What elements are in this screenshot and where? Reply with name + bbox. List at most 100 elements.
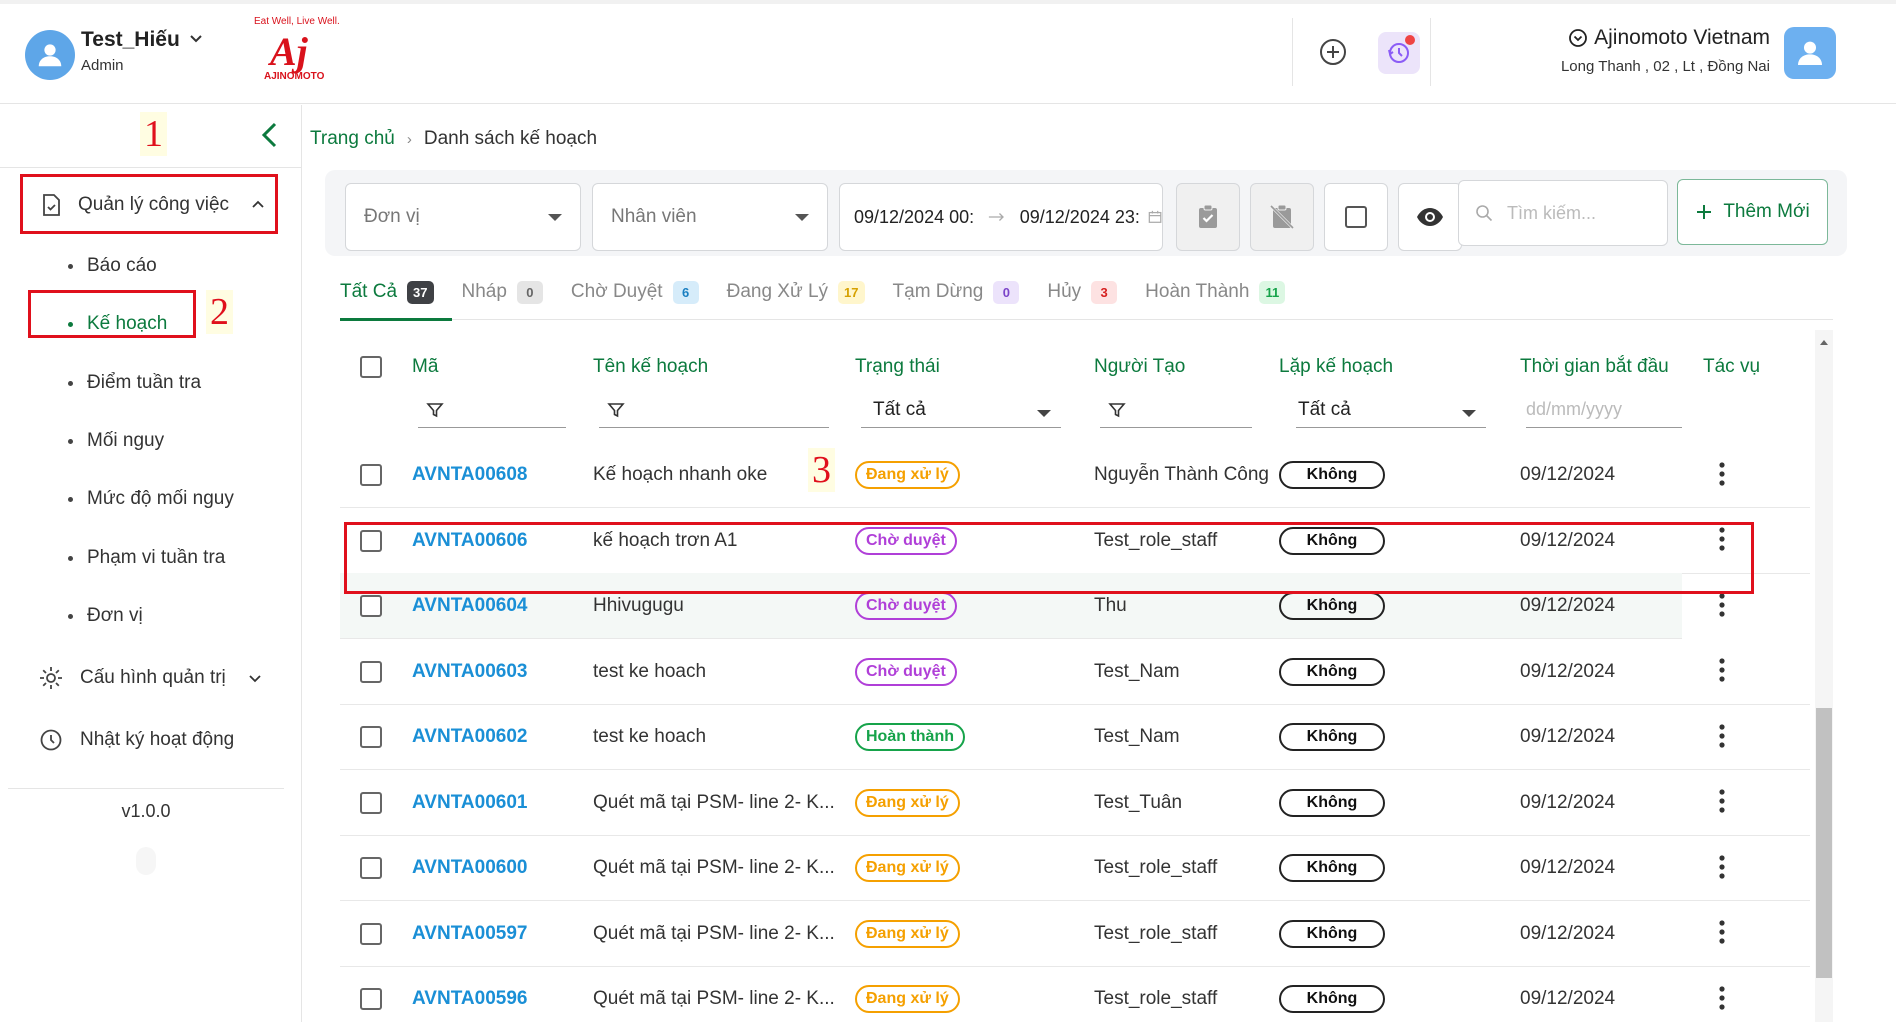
table-row[interactable]: AVNTA00602 test ke hoach Hoàn thành Test_Na… [340,704,1810,770]
column-header-start-time[interactable]: Thời gian bắt đầu [1520,356,1669,378]
repeat-cell: Không [1279,966,1385,1022]
sidebar-item-reports[interactable]: Báo cáo [68,255,157,277]
breadcrumb-home[interactable]: Trang chủ [310,128,395,150]
row-checkbox[interactable] [360,857,382,879]
tab-4[interactable]: Tạm Dừng 0 [893,270,1020,314]
unit-select[interactable]: Đơn vị [345,183,581,251]
hidden-filter-button[interactable] [1250,183,1314,251]
select-all-checkbox[interactable] [360,356,382,378]
company-selector[interactable]: Ajinomoto Vietnam [1568,26,1770,50]
scrollbar-thumb[interactable] [1816,708,1832,978]
row-actions-button[interactable] [1708,658,1736,686]
plan-code-link[interactable]: AVNTA00597 [412,901,527,967]
approve-filter-button[interactable] [1176,183,1240,251]
row-actions-button[interactable] [1708,854,1736,882]
row-checkbox[interactable] [360,791,382,814]
table-row[interactable]: AVNTA00596 Quét mã tại PSM- line 2- K... Đ… [340,966,1810,1022]
plan-code-link[interactable]: AVNTA00602 [412,704,527,770]
sidebar-group-admin-config[interactable]: Cấu hình quản trị [38,665,262,691]
row-checkbox[interactable] [360,464,382,486]
plan-code-link[interactable]: AVNTA00608 [412,442,527,508]
table-row[interactable]: AVNTA00601 Quét mã tại PSM- line 2- K... Đ… [340,770,1810,836]
annotation-box-1 [20,174,278,234]
row-checkbox[interactable] [360,988,382,1010]
search-input[interactable] [1507,202,1657,224]
user-avatar[interactable] [25,30,75,80]
repeat-filter-select[interactable]: Tất cả [1296,392,1486,428]
status-badge: Chờ duyệt [855,657,957,686]
add-new-button[interactable]: Thêm Mới [1677,179,1828,245]
tab-3[interactable]: Đang Xử Lý 17 [727,270,865,314]
table-row[interactable]: AVNTA00603 test ke hoach Chờ duyệt Test_Nam… [340,639,1810,705]
plan-code-link[interactable]: AVNTA00596 [412,966,527,1022]
scroll-up-arrow-icon[interactable] [1820,340,1828,345]
bullet [68,263,73,269]
creator-name: Test_Nam [1094,660,1180,682]
row-actions-button[interactable] [1708,461,1736,489]
row-checkbox[interactable] [360,595,382,617]
row-actions-button[interactable] [1708,985,1736,1013]
tab-0[interactable]: Tất Cả 37 [340,270,434,314]
sidebar-item-patrol-points[interactable]: Điểm tuần tra [68,372,201,394]
sidebar-collapse-button[interactable] [256,121,284,149]
history-icon [40,729,62,751]
table-row[interactable]: AVNTA00597 Quét mã tại PSM- line 2- K... Đ… [340,901,1810,967]
annotation-box-3 [344,522,1754,594]
sidebar-item-units[interactable]: Đơn vị [68,605,143,627]
repeat-badge: Không [1279,919,1385,948]
sidebar-item-hazard-levels[interactable]: Mức độ mối nguy [68,488,234,510]
row-actions-button[interactable] [1708,789,1736,817]
column-header-actions: Tác vụ [1703,356,1761,377]
sidebar-item-patrol-scope[interactable]: Phạm vi tuần tra [68,547,225,569]
row-checkbox[interactable] [360,660,382,683]
start-date-filter-input[interactable] [1526,399,1682,420]
tab-1[interactable]: Nháp 0 [462,270,543,314]
row-actions-button[interactable] [1708,723,1736,751]
notification-history-button[interactable] [1378,32,1420,74]
table-row[interactable]: AVNTA00608 Kế hoạch nhanh oke Đang xử lý Ng… [340,442,1810,508]
sidebar-group-activity-log[interactable]: Nhật ký hoạt động [38,727,234,753]
row-checkbox[interactable] [360,922,382,945]
add-circle-button[interactable] [1316,36,1350,70]
select-toggle-button[interactable] [1324,183,1388,251]
name-filter[interactable] [599,392,829,428]
row-actions-button[interactable] [1708,592,1736,620]
plan-code-link[interactable]: AVNTA00603 [412,639,527,705]
view-toggle-button[interactable] [1398,183,1462,251]
plan-code-link[interactable]: AVNTA00600 [412,835,527,901]
date-from[interactable]: 09/12/2024 00: [854,207,974,228]
column-header-status[interactable]: Trạng thái [855,356,940,378]
table-scrollbar[interactable] [1815,330,1833,1022]
company-avatar[interactable] [1784,27,1836,79]
more-vertical-icon [1719,985,1725,1010]
sidebar-item-hazards[interactable]: Mối nguy [68,430,164,452]
tab-2[interactable]: Chờ Duyệt 6 [571,270,699,314]
date-to[interactable]: 09/12/2024 23: [1020,207,1140,228]
sidebar-item-label: Báo cáo [87,255,157,276]
staff-select[interactable]: Nhân viên [592,183,828,251]
plan-code-link[interactable]: AVNTA00601 [412,770,527,836]
status-badge: Đang xử lý [855,461,960,489]
column-header-code[interactable]: Mã [412,356,438,378]
table-row[interactable]: AVNTA00600 Quét mã tại PSM- line 2- K... Đ… [340,835,1810,901]
row-checkbox[interactable] [360,726,382,748]
chevron-left-icon [261,122,277,148]
column-header-repeat[interactable]: Lặp kế hoạch [1279,356,1393,378]
status-filter-select[interactable]: Tất cả [861,392,1061,428]
start-date: 09/12/2024 [1520,988,1616,1009]
tab-5[interactable]: Hủy 3 [1047,270,1118,314]
start-date-filter[interactable] [1526,392,1682,428]
column-header-name[interactable]: Tên kế hoạch [593,356,708,378]
column-header-creator[interactable]: Người Tạo [1094,356,1185,378]
row-actions-button[interactable] [1708,920,1736,948]
breadcrumb: Trang chủ › Danh sách kế hoạch [310,128,597,150]
bullet [68,380,73,386]
creator-filter[interactable] [1100,392,1252,428]
code-filter[interactable] [418,392,566,428]
date-range-picker[interactable]: 09/12/2024 00: 09/12/2024 23: [839,183,1163,251]
user-menu-chevron-icon[interactable] [188,30,204,51]
search-box[interactable] [1458,180,1668,246]
user-name[interactable]: Test_Hiếu [81,28,180,52]
tab-6[interactable]: Hoàn Thành 11 [1145,270,1286,314]
plan-name: test ke hoach [593,660,707,682]
